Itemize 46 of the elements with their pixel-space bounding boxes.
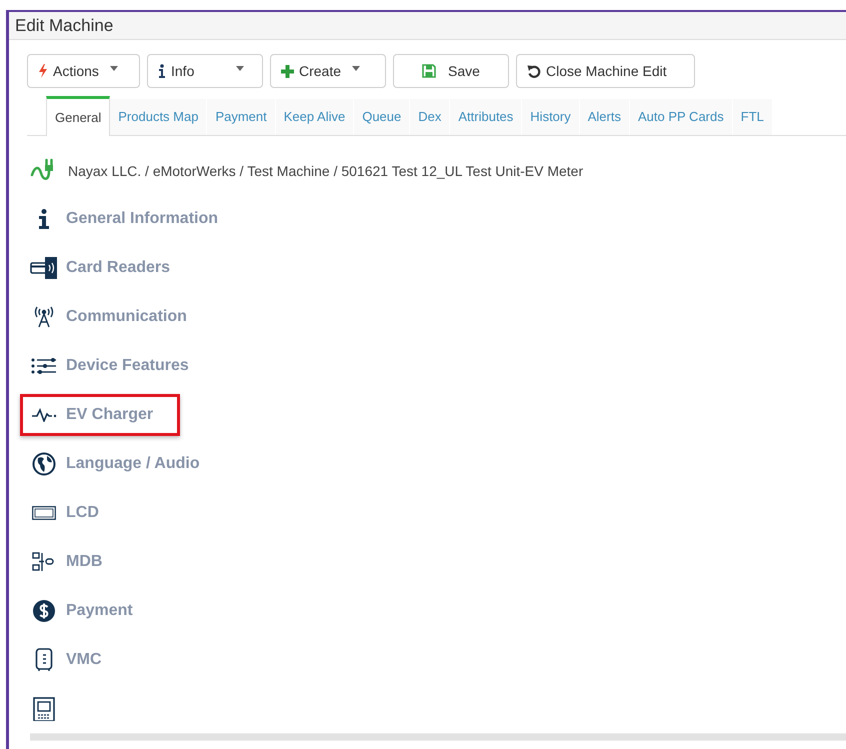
tab[interactable]: Alerts (580, 99, 630, 136)
dollar-icon (32, 598, 56, 623)
section-link[interactable]: VMC (66, 648, 102, 672)
sliders-icon (31, 358, 57, 374)
caret-icon (352, 66, 360, 71)
window-title: Edit Machine (15, 14, 114, 37)
section-link[interactable]: General Information (66, 206, 218, 231)
bolt-icon (38, 64, 48, 78)
breadcrumb: Nayax LLC. / eMotorWerks / Test Machine / 501621 Test 12_UL Test Unit-EV Meter (68, 162, 584, 181)
info-icon (158, 64, 166, 78)
tab[interactable]: Keep Alive (276, 99, 354, 136)
toolbar-button[interactable]: Create (270, 54, 386, 88)
plus-icon (281, 64, 294, 78)
caret-icon (110, 66, 118, 71)
section-link[interactable]: EV Charger (66, 402, 154, 427)
tab[interactable]: Queue (354, 99, 410, 136)
section-link[interactable]: Device Features (66, 354, 189, 378)
section-link[interactable]: Payment (66, 598, 133, 623)
section-link[interactable]: MDB (66, 550, 102, 574)
section-link[interactable]: LCD (66, 500, 99, 525)
toolbar-button[interactable]: Info (147, 54, 263, 88)
toolbar-button[interactable]: Actions (27, 54, 140, 88)
section-link[interactable]: Card Readers (66, 256, 170, 280)
card-reader-icon (30, 256, 58, 279)
undo-icon (527, 64, 541, 78)
globe-icon (32, 452, 56, 476)
scrollbar[interactable] (30, 733, 846, 741)
tab[interactable]: Payment (207, 99, 276, 136)
info-icon (38, 208, 50, 229)
caret-icon (236, 66, 244, 71)
vending-machine-icon (35, 648, 53, 672)
toolbar-button[interactable]: Close Machine Edit (516, 54, 695, 88)
toolbar-button[interactable]: Save (393, 54, 509, 88)
section-link[interactable]: Communication (66, 304, 187, 329)
pulse-icon (31, 408, 57, 422)
connector-icon (32, 552, 56, 572)
section-link[interactable]: Language / Audio (66, 452, 200, 476)
tab[interactable]: Dex (410, 99, 450, 136)
tab[interactable]: Auto PP Cards (630, 99, 733, 136)
tab[interactable]: History (522, 99, 580, 136)
lcd-screen-icon (32, 506, 56, 520)
antenna-icon (32, 306, 56, 328)
tab[interactable]: General (46, 96, 110, 136)
tab[interactable]: FTL (732, 99, 773, 136)
tab[interactable]: Attributes (450, 99, 522, 136)
tab[interactable]: Products Map (110, 99, 208, 136)
